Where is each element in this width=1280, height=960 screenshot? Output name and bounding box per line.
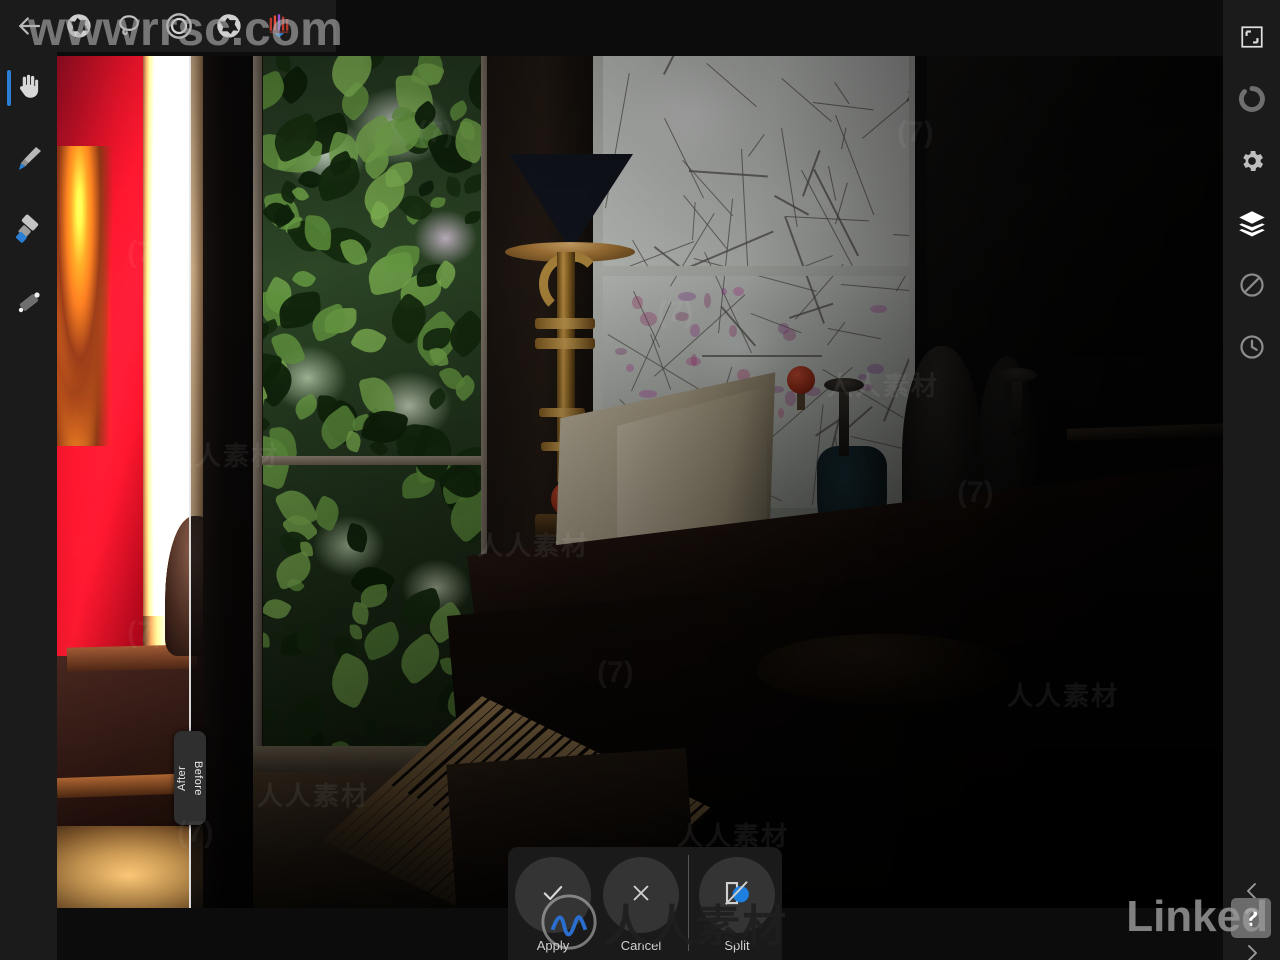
right-tool-rail: ? [1223,0,1280,960]
hand-icon [14,71,44,106]
cancel-label: Cancel [620,938,662,953]
histogram-levels-icon [265,12,293,40]
photo-after-region [57,56,190,908]
smudge-icon [13,286,45,323]
fit-to-screen-button[interactable] [1223,8,1280,70]
tool-eraser[interactable] [0,196,57,268]
circular-reset-icon [1238,85,1266,118]
tool-smudge[interactable] [0,268,57,340]
after-label: After [176,765,188,791]
shutter-icon [215,12,243,40]
apply-button-circle [515,857,591,933]
tool-selected-indicator [7,70,11,106]
back-button[interactable] [6,3,52,49]
cancel-button[interactable]: Cancel [597,857,685,953]
left-tool-rail [0,52,57,960]
top-toolbar [0,0,336,52]
canvas-area[interactable]: (7) (7) (7) (7) (7) (7) (7) (7) 人人素材 人人素… [0,0,1280,960]
photo-canvas[interactable]: (7) (7) (7) (7) (7) (7) (7) (7) 人人素材 人人素… [57,56,1223,908]
disable-button[interactable] [1223,256,1280,318]
tool-hand[interactable] [0,52,57,124]
checkmark-icon [540,880,566,911]
photo-after-layer [57,56,190,908]
help-question-label: ? [1243,903,1259,932]
radial-target-icon [165,12,193,40]
gear-icon [1238,147,1266,180]
history-button[interactable] [1223,318,1280,380]
cancel-button-circle [603,857,679,933]
eraser-icon [13,214,45,251]
radial-filter-button[interactable] [156,3,202,49]
back-arrow-icon [14,11,44,41]
clock-history-icon [1238,333,1266,366]
split-view-icon [722,878,752,913]
before-label: Before [192,760,204,796]
aperture-icon [65,12,93,40]
apply-button[interactable]: Apply [509,857,597,953]
split-button-circle [699,857,775,933]
layers-button[interactable] [1223,194,1280,256]
tool-brush[interactable] [0,124,57,196]
layers-icon [1237,208,1267,243]
settings-button[interactable] [1223,132,1280,194]
help-button[interactable]: ? [1231,898,1271,938]
apply-label: Apply [536,938,570,953]
fit-screen-icon [1239,24,1265,55]
chevron-right-icon [1240,941,1264,960]
split-divider-handle[interactable]: After Before [174,731,206,825]
no-entry-icon [1238,271,1266,304]
shutter-button[interactable] [206,3,252,49]
split-button[interactable]: Split [693,857,781,953]
split-label: Split [724,938,750,953]
lasso-icon [115,12,143,40]
bottom-action-bar: Apply Cancel Split [508,847,782,960]
brush-icon [13,142,45,179]
aperture-button[interactable] [56,3,102,49]
close-x-icon [630,882,652,909]
reset-button[interactable] [1223,70,1280,132]
lasso-select-button[interactable] [106,3,152,49]
app-root: (7) (7) (7) (7) (7) (7) (7) (7) 人人素材 人人素… [0,0,1280,960]
bottom-bar-divider [688,855,689,951]
photo-before-layer [57,56,1223,908]
levels-button[interactable] [256,3,302,49]
